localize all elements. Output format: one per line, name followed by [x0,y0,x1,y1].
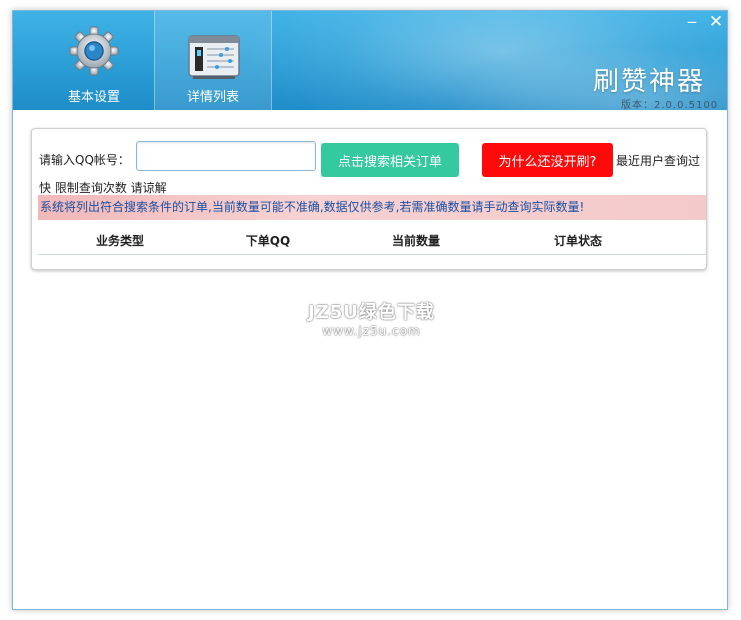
watermark-title: JZ5U绿色下载 [308,302,435,323]
app-window: 基本设置 详情列表 ‒ ✕ 刷赞神器 版本：2.0.0.5100 请输入QQ帐号… [12,10,728,610]
header-bar: 基本设置 详情列表 ‒ ✕ 刷赞神器 版本：2.0.0.5100 [13,11,727,110]
tab-basic-label: 基本设置 [67,90,120,105]
search-orders-button[interactable]: 点击搜索相关订单 [321,143,459,177]
qq-account-input[interactable] [136,141,316,171]
column-header-business-type[interactable]: 业务类型 [60,232,180,249]
watermark-url: www.jz5u.com [322,324,421,338]
column-header-current-count[interactable]: 当前数量 [356,232,476,249]
orders-table-header: 业务类型 下单QQ 当前数量 订单状态 [38,232,706,255]
tab-detail-label: 详情列表 [186,90,239,105]
list-icon [188,35,240,79]
app-title: 刷赞神器 [593,67,706,97]
why-not-started-button[interactable]: 为什么还没开刷? [482,143,613,177]
recent-query-note: 最近用户查询过 [616,154,701,168]
search-panel: 请输入QQ帐号： 点击搜索相关订单 为什么还没开刷? 最近用户查询过 快 限制查… [31,128,707,270]
notice-banner: 系统将列出符合搜索条件的订单,当前数量可能不准确,数据仅供参考,若需准确数量请手… [38,195,706,220]
gear-icon [69,26,119,76]
minimize-button[interactable]: ‒ [683,13,701,31]
close-button[interactable]: ✕ [707,13,725,31]
version-label: 版本：2.0.0.5100 [621,100,719,110]
tab-detail-list[interactable]: 详情列表 [154,11,272,110]
tab-basic-settings[interactable]: 基本设置 [35,11,153,110]
rate-limit-note: 快 限制查询次数 请谅解 [39,181,167,195]
qq-input-label: 请输入QQ帐号： [39,153,130,167]
watermark: JZ5U绿色下载 www.jz5u.com [308,298,435,338]
column-header-order-qq[interactable]: 下单QQ [208,232,328,249]
column-header-order-status[interactable]: 订单状态 [518,232,638,249]
